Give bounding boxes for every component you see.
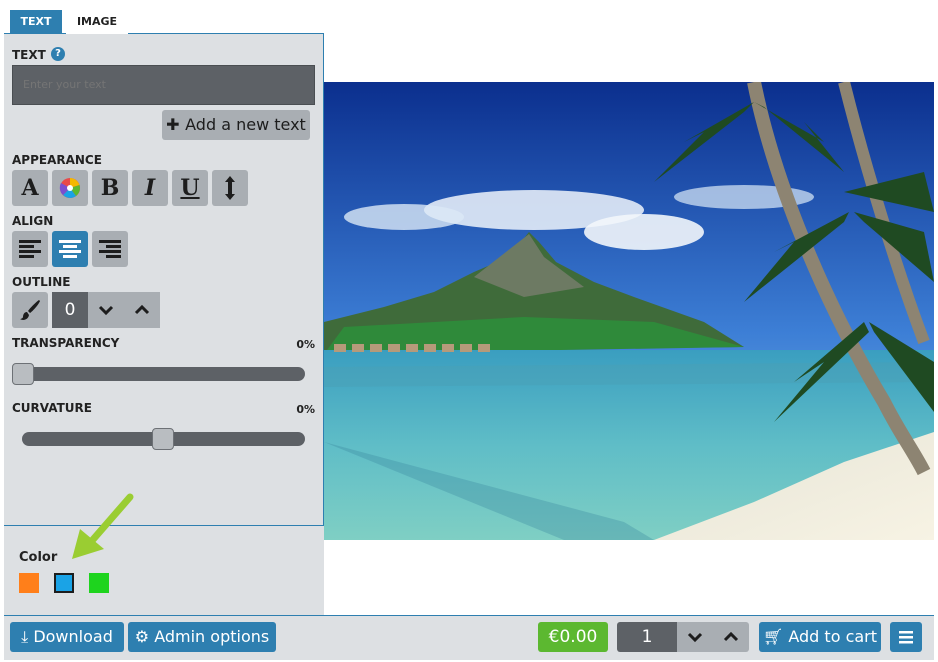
color-swatch-orange[interactable] (19, 573, 39, 593)
transparency-slider-handle[interactable] (12, 363, 34, 385)
underline-button[interactable]: U (172, 170, 208, 206)
menu-button[interactable] (890, 622, 922, 652)
bottom-toolbar: ⤓ Download ⚙ Admin options €0.00 1 🛒︎ Ad… (4, 615, 934, 660)
text-section-label: TEXT (12, 48, 46, 62)
align-center-icon (58, 239, 82, 259)
underline-icon: U (180, 175, 200, 201)
align-label: ALIGN (12, 214, 54, 228)
color-swatch-green[interactable] (89, 573, 109, 593)
download-label: Download (33, 627, 113, 646)
transparency-value: 0% (296, 338, 315, 351)
add-to-cart-button[interactable]: 🛒︎ Add to cart (759, 622, 881, 652)
line-height-button[interactable] (212, 170, 248, 206)
add-to-cart-label: Add to cart (788, 627, 878, 646)
chevron-up-icon (134, 304, 150, 316)
outline-label: OUTLINE (12, 275, 71, 289)
quantity-increase-button[interactable] (713, 622, 749, 652)
paintbrush-icon (18, 298, 42, 322)
sidebar-panel: TEXT IMAGE TEXT ? ✚ Add a new text APPEA… (4, 4, 324, 615)
add-text-button[interactable]: ✚ Add a new text (162, 110, 310, 140)
bold-button[interactable]: B (92, 170, 128, 206)
color-wheel-icon (59, 177, 81, 199)
outline-increase-button[interactable] (124, 292, 160, 328)
curvature-slider-handle[interactable] (152, 428, 174, 450)
quantity-field[interactable]: 1 (617, 622, 677, 652)
download-icon: ⤓ (21, 627, 34, 646)
transparency-slider[interactable] (12, 367, 305, 381)
color-label: Color (19, 550, 58, 565)
help-icon[interactable]: ? (51, 47, 65, 61)
curvature-label: CURVATURE (12, 401, 92, 415)
font-icon: A (21, 175, 39, 201)
hamburger-menu-icon (898, 631, 914, 656)
outline-color-button[interactable] (12, 292, 48, 328)
font-button[interactable]: A (12, 170, 48, 206)
color-wheel-button[interactable] (52, 170, 88, 206)
download-button[interactable]: ⤓ Download (10, 622, 124, 652)
outline-decrease-button[interactable] (88, 292, 124, 328)
line-height-icon (223, 175, 237, 201)
curvature-value: 0% (296, 403, 315, 416)
price-badge: €0.00 (538, 622, 608, 652)
chevron-up-icon (723, 631, 739, 643)
cart-icon: 🛒︎ (762, 627, 789, 646)
color-swatch-blue[interactable] (54, 573, 74, 593)
chevron-down-icon (98, 304, 114, 316)
text-input[interactable] (12, 65, 315, 105)
italic-button[interactable]: I (132, 170, 168, 206)
bold-icon: B (100, 175, 120, 201)
chevron-down-icon (687, 631, 703, 643)
align-right-button[interactable] (92, 231, 128, 267)
admin-options-button[interactable]: ⚙ Admin options (128, 622, 276, 652)
add-text-label: Add a new text (185, 115, 306, 134)
quantity-decrease-button[interactable] (677, 622, 713, 652)
align-center-button[interactable] (52, 231, 88, 267)
align-right-icon (98, 239, 122, 259)
designer-app: TEXT IMAGE TEXT ? ✚ Add a new text APPEA… (4, 4, 934, 660)
transparency-label: TRANSPARENCY (12, 336, 120, 350)
align-left-button[interactable] (12, 231, 48, 267)
appearance-label: APPEARANCE (12, 153, 102, 167)
design-preview-image[interactable] (324, 82, 934, 540)
gear-icon: ⚙ (134, 627, 155, 646)
panel-tabs: TEXT IMAGE (4, 4, 324, 34)
align-left-icon (18, 239, 42, 259)
tab-image[interactable]: IMAGE (66, 10, 128, 34)
italic-icon: I (144, 175, 156, 201)
plus-icon: ✚ (166, 115, 186, 134)
color-panel: Color (4, 493, 324, 615)
tab-text[interactable]: TEXT (10, 10, 62, 34)
outline-value[interactable]: 0 (52, 292, 88, 328)
arrow-annotation-icon (66, 493, 136, 565)
admin-options-label: Admin options (154, 627, 270, 646)
